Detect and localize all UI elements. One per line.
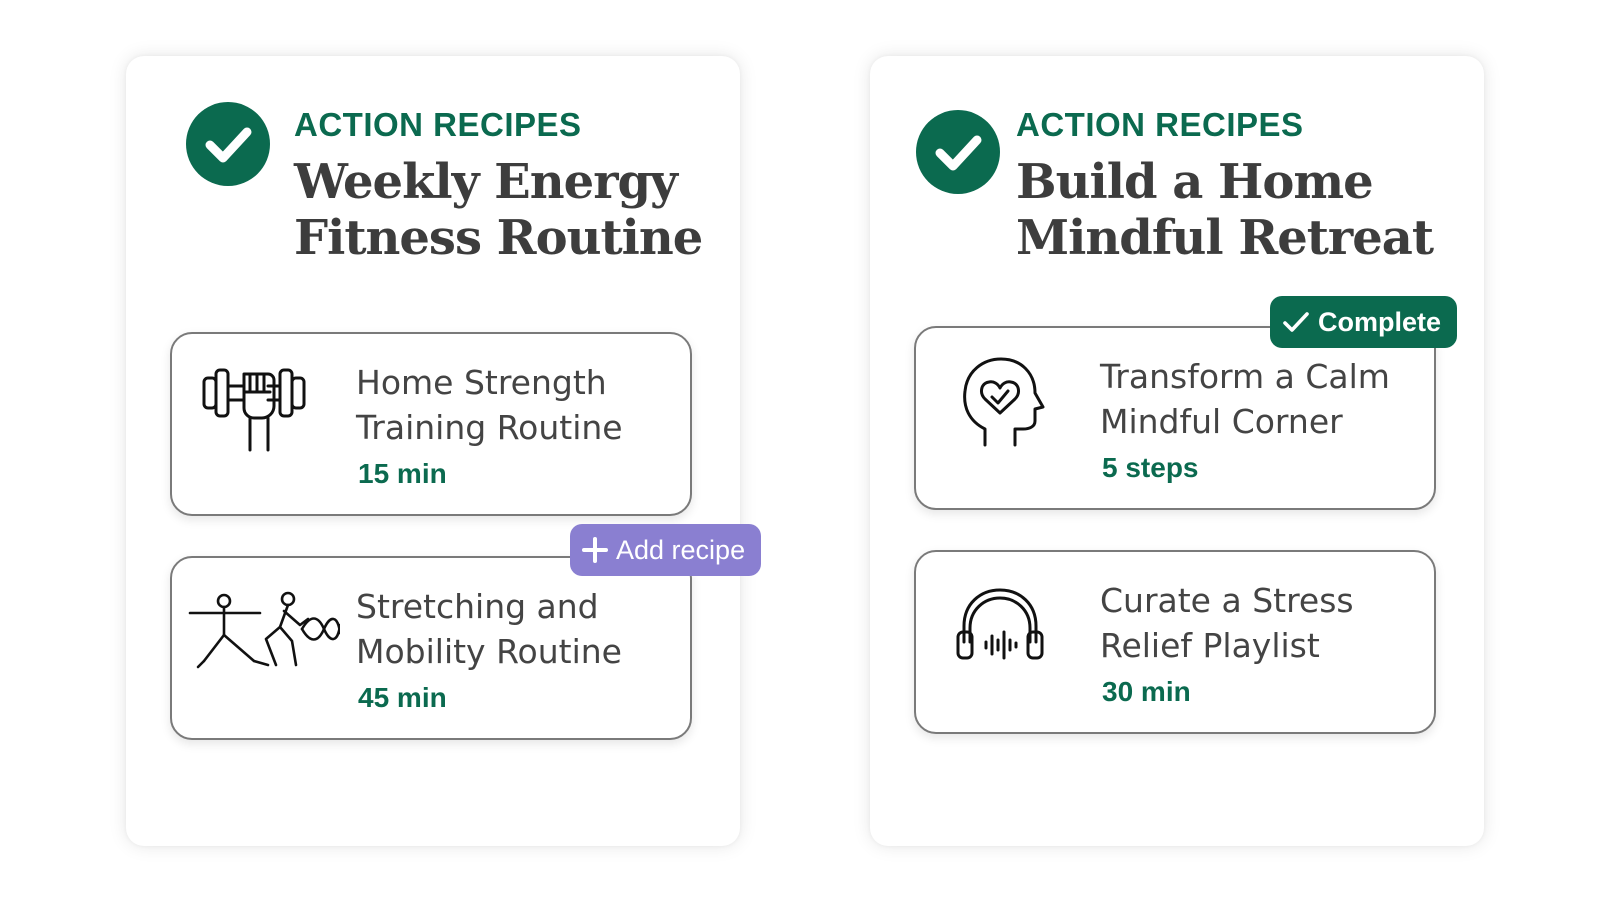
- recipe-title-line: Home Strength: [356, 363, 607, 402]
- add-recipe-label: Add recipe: [616, 534, 746, 565]
- recipe-title: Curate a Stress Relief Playlist: [1100, 578, 1430, 668]
- dumbbell-fist-icon: [196, 360, 324, 456]
- recipe-card-playlist[interactable]: Curate a Stress Relief Playlist 30 min: [914, 550, 1436, 734]
- panel-title-line: Build a Home: [1016, 154, 1374, 210]
- panel-title-line: Fitness Routine: [294, 210, 703, 266]
- recipe-title-line: Curate a Stress: [1100, 581, 1354, 620]
- section-eyebrow: ACTION RECIPES: [1016, 106, 1304, 143]
- recipe-title: Transform a Calm Mindful Corner: [1100, 354, 1430, 444]
- recipe-duration: 15 min: [358, 458, 447, 489]
- recipe-title-line: Transform a Calm: [1100, 357, 1390, 396]
- section-eyebrow: ACTION RECIPES: [294, 106, 582, 143]
- mind-heart-icon: [936, 354, 1064, 450]
- check-icon: [1282, 310, 1310, 334]
- recipe-title-line: Stretching and: [356, 587, 599, 626]
- plus-icon: [582, 537, 608, 563]
- stretching-figures-icon: [182, 584, 342, 680]
- recipe-collections: ACTION RECIPES Weekly Energy Fitness Rou…: [0, 0, 1600, 900]
- panel-title: Build a Home Mindful Retreat: [1016, 154, 1434, 266]
- recipe-title-line: Mindful Corner: [1100, 402, 1343, 441]
- panel-title-line: Mindful Retreat: [1016, 210, 1434, 266]
- recipe-title: Home Strength Training Routine: [356, 360, 686, 450]
- recipe-title-line: Mobility Routine: [356, 632, 622, 671]
- recipe-duration: 30 min: [1102, 676, 1191, 707]
- panel-title-line: Weekly Energy: [294, 154, 678, 210]
- recipe-panel-fitness: ACTION RECIPES Weekly Energy Fitness Rou…: [126, 56, 762, 846]
- recipe-title-line: Relief Playlist: [1100, 626, 1320, 665]
- complete-status-label: Complete: [1318, 306, 1442, 337]
- add-recipe-button[interactable]: Add recipe: [570, 524, 762, 576]
- complete-status-badge: Complete: [1270, 296, 1458, 348]
- check-circle-icon: [186, 102, 270, 186]
- recipe-panel-mindful: ACTION RECIPES Build a Home Mindful Retr…: [870, 56, 1484, 846]
- recipe-step-count: 5 steps: [1102, 452, 1199, 483]
- recipe-title-line: Training Routine: [356, 408, 623, 447]
- recipe-card-stretching[interactable]: Add recipe Stretching and Mobility Routi…: [170, 524, 762, 740]
- panel-title: Weekly Energy Fitness Routine: [294, 154, 703, 266]
- headphones-icon: [936, 578, 1064, 674]
- recipe-card-home-strength[interactable]: Home Strength Training Routine 15 min: [170, 332, 692, 516]
- check-circle-icon: [916, 110, 1000, 194]
- recipe-title: Stretching and Mobility Routine: [356, 584, 686, 674]
- recipe-duration: 45 min: [358, 682, 447, 713]
- recipe-card-calm-corner[interactable]: Complete Transform a Calm Mindful Corner…: [914, 296, 1458, 510]
